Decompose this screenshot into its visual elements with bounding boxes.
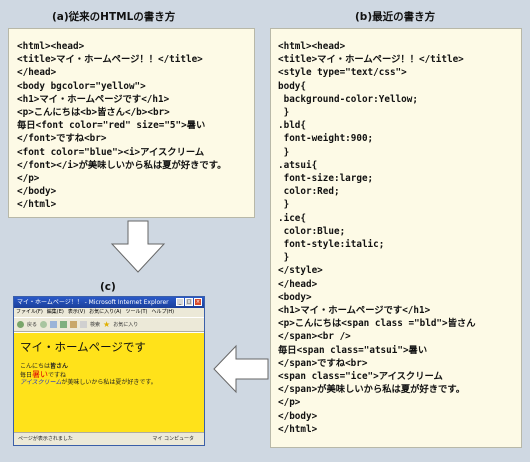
modern-code-line: font-style:italic; [278,239,385,251]
menu-item[interactable]: お気に入り(A) [89,309,121,315]
close-button[interactable]: × [194,298,202,306]
browser-window: マイ・ホームページ！！ - Microsoft Internet Explore… [13,296,205,446]
menu-item[interactable]: 表示(V) [68,309,85,315]
modern-code-line: color:Blue; [278,225,346,237]
menu-item[interactable]: 編集(E) [47,309,64,315]
browser-title-bar: マイ・ホームページ！！ - Microsoft Internet Explore… [14,297,204,308]
modern-code-line: <h1>マイ・ホームページです</h1> [278,305,431,317]
modern-code-line: .ice{ [278,212,306,224]
traditional-code-line: <h1>マイ・ホームページです</h1> [17,93,170,105]
browser-menu-bar: ファイル(F) 編集(E) 表示(V) お気に入り(A) ツール(T) ヘルプ(H) [14,308,204,317]
forward-icon[interactable] [40,321,48,328]
modern-code-line: </span>ですね<br> [278,357,368,369]
refresh-icon[interactable] [60,321,68,328]
modern-code-line: } [278,107,290,119]
code-panel-traditional-html: <html><head> <title>マイ・ホームページ！！</title> </… [8,28,255,218]
modern-code-line: .bld{ [278,120,306,132]
icecream-line: アイスクリームが美味しいから私は夏が好きです。 [20,379,200,387]
code-panel-modern-css: <html><head> <title>マイ・ホームページ！！</title> <s… [270,28,522,448]
modern-code-line: </span><br /> [278,331,351,343]
browser-toolbar: 戻る 検索 ★ お気に入り [14,317,204,332]
browser-page-content: マイ・ホームページです こんにちは皆さん 毎日暑いですね アイスクリームが美味し… [14,333,204,433]
modern-code-line: </head> [278,278,318,290]
browser-window-title: マイ・ホームページ！！ - Microsoft Internet Explore… [17,299,169,306]
modern-code-line: } [278,199,290,211]
traditional-code-line: <body bgcolor="yellow"> [17,80,146,92]
hot-suffix: ですね [48,371,67,379]
modern-code-line: <body> [278,291,312,303]
status-left-text: ページが表示されました [18,436,73,442]
menu-item[interactable]: ツール(T) [126,309,148,315]
modern-code-line: background-color:Yellow; [278,93,418,105]
search-icon[interactable] [80,321,88,328]
greeting-bold-text: 皆さん [50,363,69,370]
modern-code-line: <style type="text/css"> [278,67,407,79]
favorites-label[interactable]: お気に入り [113,321,138,328]
modern-code-line: <title>マイ・ホームページ！！</title> [278,54,464,66]
title-b: (b)最近の書き方 [355,11,436,23]
icecream-blue-text: アイスクリーム [20,379,62,386]
back-icon[interactable] [17,321,24,328]
home-icon[interactable] [70,321,78,328]
traditional-code-line: </html> [17,199,57,211]
modern-code-line: } [278,252,290,264]
menu-item[interactable]: ファイル(F) [16,309,43,315]
search-label[interactable]: 検索 [90,321,100,328]
icecream-suffix: が美味しいから私は夏が好きです。 [61,379,157,386]
modern-code-line: font-size:large; [278,173,374,185]
modern-code-line: </span>が美味しいから私は夏が好きです。 [278,384,466,396]
traditional-code-line: <title>マイ・ホームページ！！</title> [17,54,203,66]
modern-code-line: 毎日<span class="atsui">暑い [278,344,428,356]
traditional-code-line: <p>こんにちは<b>皆さん</b><br> [17,107,170,119]
modern-code-line: body{ [278,80,306,92]
modern-code-line: <span class="ice">アイスクリーム [278,371,443,383]
modern-code-line: } [278,146,290,158]
modern-code-line: </body> [278,410,318,422]
hot-red-text: 暑い [32,369,49,379]
traditional-code-line: <html><head> [17,41,85,52]
status-right-text: マイ コンピュータ [152,436,194,442]
page-heading: マイ・ホームページです [20,340,146,354]
stop-icon[interactable] [50,321,58,328]
title-c: (c) [100,281,116,293]
title-a: (a)従来のHTMLの書き方 [52,11,176,23]
maximize-button[interactable]: □ [185,298,193,306]
traditional-code-line: </head> [17,67,57,79]
modern-code-line: </p> [278,397,301,409]
traditional-code-line: </font>ですね<br> [17,133,107,145]
modern-code-line: </html> [278,423,318,435]
modern-code-line: .atsui{ [278,159,318,171]
modern-code-line: </style> [278,265,323,277]
hot-prefix: 毎日 [20,371,33,379]
favorites-star-icon[interactable]: ★ [103,320,110,329]
modern-code-line: <html><head> [278,41,346,52]
hot-line: 毎日暑いですね [20,369,200,380]
modern-code-line: font-weight:900; [278,133,374,145]
browser-status-bar: ページが表示されました マイ コンピュータ [14,432,204,445]
back-label[interactable]: 戻る [27,321,37,328]
menu-item[interactable]: ヘルプ(H) [151,309,174,315]
traditional-code-line: <font color="blue"><i>アイスクリーム [17,146,205,158]
modern-code-line: <p>こんにちは<span class ="bld">皆さん [278,318,476,330]
down-arrow-icon [110,220,166,273]
traditional-code-line: </p> [17,173,40,185]
traditional-code-line: </font></i>が美味しいから私は夏が好きです。 [17,159,227,171]
left-arrow-icon [213,344,269,394]
traditional-code-line: </body> [17,186,57,198]
traditional-code-line: 毎日<font color="red" size="5">暑い [17,120,206,132]
modern-code-line: color:Red; [278,186,340,198]
minimize-button[interactable]: _ [176,298,184,306]
